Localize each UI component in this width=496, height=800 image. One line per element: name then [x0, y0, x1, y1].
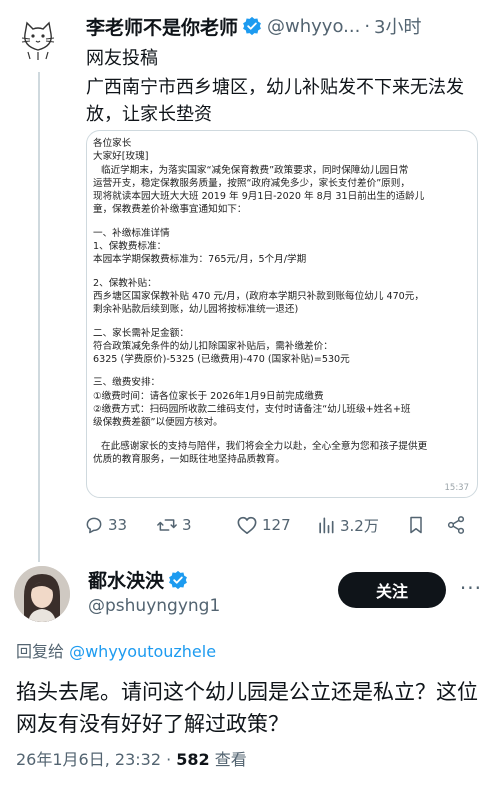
notice-line: 优质的教育服务，一如既往地坚持品质教育。 — [93, 453, 285, 465]
reply-count: 33 — [108, 516, 128, 534]
bookmark-button[interactable] — [406, 515, 446, 535]
repost-count: 3 — [182, 516, 192, 534]
reply-author-handle[interactable]: @pshuyngyng1 — [88, 596, 220, 616]
notice-gap — [93, 267, 471, 277]
notice-line: 1、保教费标准： — [93, 241, 167, 253]
image-timestamp: 15:37 — [444, 483, 470, 493]
bookmark-icon — [410, 516, 422, 534]
reply-tweet[interactable]: 鄱水泱泱 @pshuyngyng1 关注 ··· 回复给 @whyyoutouz… — [0, 560, 496, 800]
tweet-body: 广西南宁市西乡塘区，幼儿补贴发不下来无法发放，让家长垫资 — [86, 77, 464, 125]
like-button[interactable]: 127 — [236, 515, 316, 535]
reply-meta: 26年1月6日, 23:32 · 582 查看 — [16, 746, 247, 770]
views-button[interactable]: 3.2万 — [316, 515, 406, 536]
notice-line: 2、保教补贴： — [93, 277, 157, 289]
author-handle[interactable]: @whyyo... — [267, 16, 360, 37]
notice-line: 一、补缴标准详情 — [93, 227, 170, 239]
verified-badge-icon — [243, 16, 261, 36]
notice-line: 剩余补贴款后续到账，幼儿园将按标准统一退还) — [93, 304, 299, 316]
notice-line: 大家好[玫瑰] — [93, 151, 149, 163]
cat-avatar-icon — [15, 15, 61, 61]
tweet-source-label: 网友投稿 — [86, 48, 158, 69]
views-count: 3.2万 — [340, 516, 379, 535]
like-count: 127 — [262, 516, 291, 534]
tweet-header: 李老师不是你老师 @whyyo... · 3小时 — [86, 12, 486, 40]
reply-text: 掐头去尾。请问这个幼儿园是公立还是私立？这位网友有没有好好了解过政策？ — [16, 680, 478, 736]
notice-gap — [93, 217, 471, 227]
notice-line: ②缴费方式：扫码园所收款二维码支付，支付时请备注“幼儿班级+姓名+班 — [93, 404, 411, 416]
reply-views-label: 查看 — [209, 750, 247, 769]
notice-line: 三、缴费安排： — [93, 377, 161, 389]
thread-connector-line — [38, 72, 40, 562]
notice-line: 本园本学期保教费标准为：765元/月，5个月/学期 — [93, 254, 307, 266]
views-icon — [319, 517, 334, 534]
user-avatar[interactable] — [14, 566, 70, 622]
reply-button[interactable]: 33 — [84, 515, 156, 535]
author-name[interactable]: 李老师不是你老师 — [86, 13, 238, 40]
repost-button[interactable]: 3 — [156, 515, 236, 535]
notice-line: 各位家长 — [93, 138, 132, 149]
notice-line: 在此感谢家长的支持与陪伴，我们将会全力以赴，全心全意为您和孩子提供更 — [101, 440, 428, 452]
reply-author-name[interactable]: 鄱水泱泱 — [88, 566, 164, 593]
author-avatar[interactable] — [14, 14, 62, 62]
replying-to-line: 回复给 @whyyoutouzhele — [16, 638, 216, 662]
reply-views-count: 582 — [176, 750, 210, 769]
verified-badge-icon — [169, 570, 187, 589]
tweet-action-bar: 33 3 127 3.2万 — [84, 512, 484, 538]
tweet-image-notice[interactable]: 各位家长 大家好[玫瑰] 临近学期末，为落实国家“减免保育教费”政策要求，同时保… — [86, 130, 478, 498]
notice-line: 级保教费差额”以便园方核对。 — [93, 417, 223, 429]
reply-author-name-row: 鄱水泱泱 — [88, 566, 193, 593]
reply-icon — [86, 517, 102, 534]
separator-dot: · — [364, 15, 371, 37]
notice-line: ①缴费时间：请各位家长于 2026年1月9日前完成缴费 — [93, 390, 324, 402]
more-options-icon[interactable]: ··· — [460, 576, 482, 600]
notice-line: 现将就读本园大班大大班 2019 年 9月1日-2020 年 8月 31日前出生… — [93, 191, 425, 203]
notice-line: 二、家长需补足金额： — [93, 327, 189, 339]
parent-tweet[interactable]: 李老师不是你老师 @whyyo... · 3小时 网友投稿 广西南宁市西乡塘区，… — [0, 0, 496, 562]
notice-line: 运营开支，稳定保教服务质量，按照“政府减免多少，家长支付差价”原则， — [93, 177, 410, 189]
share-icon — [447, 516, 465, 534]
user-avatar-photo — [14, 566, 70, 622]
tweet-time[interactable]: 3小时 — [374, 13, 421, 39]
notice-line: 西乡塘区国家保教补贴 470 元/月，(政府本学期只补款到账每位幼儿 470元， — [93, 290, 424, 302]
notice-text-block: 各位家长 大家好[玫瑰] 临近学期末，为落实国家“减免保育教费”政策要求，同时保… — [93, 137, 471, 466]
notice-gap — [93, 430, 471, 440]
notice-gap — [93, 317, 471, 327]
notice-gap — [93, 366, 471, 376]
notice-line: 6325 (学费原价)-5325 (已缴费用)-470 (国家补贴)=530元 — [93, 354, 350, 366]
notice-line: 临近学期末，为落实国家“减免保育教费”政策要求，同时保障幼儿园日常 — [101, 164, 409, 176]
replying-to-link[interactable]: @whyyoutouzhele — [69, 642, 216, 661]
repost-icon — [157, 519, 177, 531]
notice-line: 符合政策减免条件的幼儿扣除国家补贴后，需补缴差价： — [93, 340, 333, 352]
notice-line: 童，保教费差价补缴事宜通知如下： — [93, 204, 247, 216]
replying-prefix: 回复给 — [16, 642, 70, 661]
like-icon — [237, 516, 257, 534]
reply-date[interactable]: 26年1月6日, 23:32 · — [16, 750, 176, 769]
share-button[interactable] — [446, 515, 476, 535]
follow-button[interactable]: 关注 — [338, 572, 446, 608]
